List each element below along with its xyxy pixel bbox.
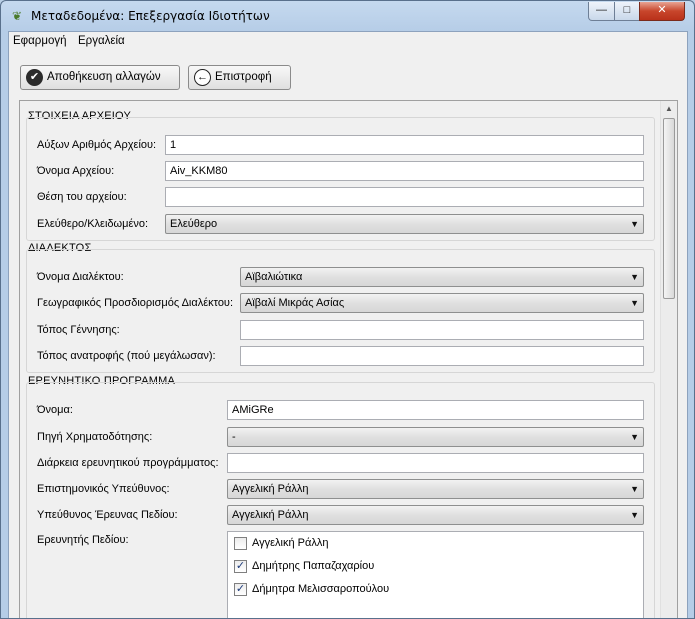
checkbox-unchecked-icon[interactable] (234, 537, 247, 550)
scrollbar-thumb[interactable] (663, 118, 675, 299)
save-changes-label: Αποθήκευση αλλαγών (47, 71, 161, 83)
upbringing-place-field[interactable] (240, 346, 644, 366)
birthplace-label: Τόπος Γέννησης: (37, 324, 120, 336)
save-changes-button[interactable]: ✔ Αποθήκευση αλλαγών (20, 65, 180, 90)
chevron-down-icon: ▼ (630, 510, 639, 520)
checkbox-checked-icon[interactable]: ✓ (234, 583, 247, 596)
chevron-down-icon: ▼ (630, 219, 639, 229)
app-window: ❦ Μεταδεδομένα: Επεξεργασία Ιδιοτήτων — … (0, 0, 695, 619)
field-research-lead-label: Υπεύθυνος Έρευνας Πεδίου: (37, 509, 178, 521)
chevron-down-icon: ▼ (630, 298, 639, 308)
serial-number-label: Αύξων Αριθμός Αρχείου: (37, 139, 157, 151)
serial-number-field[interactable]: 1 (165, 135, 644, 155)
program-duration-label: Διάρκεια ερευνητικού προγράμματος: (37, 457, 219, 469)
menu-bar: Εφαρμογή Εργαλεία (9, 32, 687, 51)
scientific-lead-value: Αγγελική Ράλλη (232, 483, 309, 495)
lock-status-value: Ελεύθερο (170, 218, 218, 230)
dialect-name-value: Αϊβαλιώτικα (245, 271, 303, 283)
chevron-down-icon: ▼ (630, 272, 639, 282)
chevron-down-icon: ▼ (630, 432, 639, 442)
properties-form: ΣΤΟΙΧΕΙΑ ΑΡΧΕΙΟΥ Αύξων Αριθμός Αρχείου: … (20, 101, 661, 618)
vertical-scrollbar[interactable]: ▲ (660, 101, 677, 618)
dialect-geo-value: Αϊβαλί Μικράς Ασίας (245, 297, 345, 309)
file-name-label: Όνομα Αρχείου: (37, 165, 115, 177)
menu-application[interactable]: Εφαρμογή (13, 35, 67, 47)
file-location-field[interactable] (165, 187, 644, 207)
minimize-button[interactable]: — (588, 2, 615, 21)
checkbox-checked-icon[interactable]: ✓ (234, 560, 247, 573)
client-area: Εφαρμογή Εργαλεία ✔ Αποθήκευση αλλαγών ←… (8, 31, 688, 618)
program-name-label: Όνομα: (37, 404, 73, 416)
dialect-geo-label: Γεωγραφικός Προσδιορισμός Διαλέκτου: (37, 297, 234, 309)
dialect-name-select[interactable]: Αϊβαλιώτικα ▼ (240, 267, 644, 287)
dialect-geo-select[interactable]: Αϊβαλί Μικράς Ασίας ▼ (240, 293, 644, 313)
file-name-field[interactable]: Aiv_KKM80 (165, 161, 644, 181)
program-name-field[interactable]: AMiGRe (227, 400, 644, 420)
app-logo-icon: ❦ (11, 9, 23, 23)
back-label: Επιστροφή (215, 71, 272, 83)
lock-status-select[interactable]: Ελεύθερο ▼ (165, 214, 644, 234)
window-title: Μεταδεδομένα: Επεξεργασία Ιδιοτήτων (31, 9, 270, 23)
back-arrow-icon: ← (194, 69, 211, 86)
program-duration-field[interactable] (227, 453, 644, 473)
lock-status-label: Ελεύθερο/Κλειδωμένο: (37, 218, 149, 230)
back-button[interactable]: ← Επιστροφή (188, 65, 291, 90)
upbringing-place-label: Τόπος ανατροφής (πού μεγάλωσαν): (37, 350, 216, 362)
funding-source-value: - (232, 431, 236, 443)
funding-source-label: Πηγή Χρηματοδότησης: (37, 431, 153, 443)
field-research-lead-select[interactable]: Αγγελική Ράλλη ▼ (227, 505, 644, 525)
birthplace-field[interactable] (240, 320, 644, 340)
menu-tools[interactable]: Εργαλεία (78, 35, 125, 47)
researcher-name: Αγγελική Ράλλη (252, 537, 329, 549)
field-researcher-label: Ερευνητής Πεδίου: (37, 534, 129, 546)
maximize-button[interactable]: □ (614, 2, 640, 21)
close-button[interactable]: ✕ (639, 2, 685, 21)
file-location-label: Θέση του αρχείου: (37, 191, 127, 203)
funding-source-select[interactable]: - ▼ (227, 427, 644, 447)
scientific-lead-select[interactable]: Αγγελική Ράλλη ▼ (227, 479, 644, 499)
researcher-name: Δημήτρης Παπαζαχαρίου (252, 560, 375, 572)
field-research-lead-value: Αγγελική Ράλλη (232, 509, 309, 521)
researcher-name: Δήμητρα Μελισσαροπούλου (252, 583, 390, 595)
chevron-down-icon: ▼ (630, 484, 639, 494)
dialect-name-label: Όνομα Διαλέκτου: (37, 271, 124, 283)
field-researcher-list[interactable]: Αγγελική Ράλλη ✓ Δημήτρης Παπαζαχαρίου ✓… (227, 531, 644, 618)
properties-scroll-area[interactable]: ΣΤΟΙΧΕΙΑ ΑΡΧΕΙΟΥ Αύξων Αριθμός Αρχείου: … (19, 100, 678, 618)
checkmark-icon: ✔ (26, 69, 43, 86)
scientific-lead-label: Επιστημονικός Υπεύθυνος: (37, 483, 170, 495)
title-bar[interactable]: ❦ Μεταδεδομένα: Επεξεργασία Ιδιοτήτων — … (1, 1, 694, 31)
toolbar: ✔ Αποθήκευση αλλαγών ← Επιστροφή (9, 52, 687, 92)
scroll-up-icon[interactable]: ▲ (661, 101, 677, 117)
